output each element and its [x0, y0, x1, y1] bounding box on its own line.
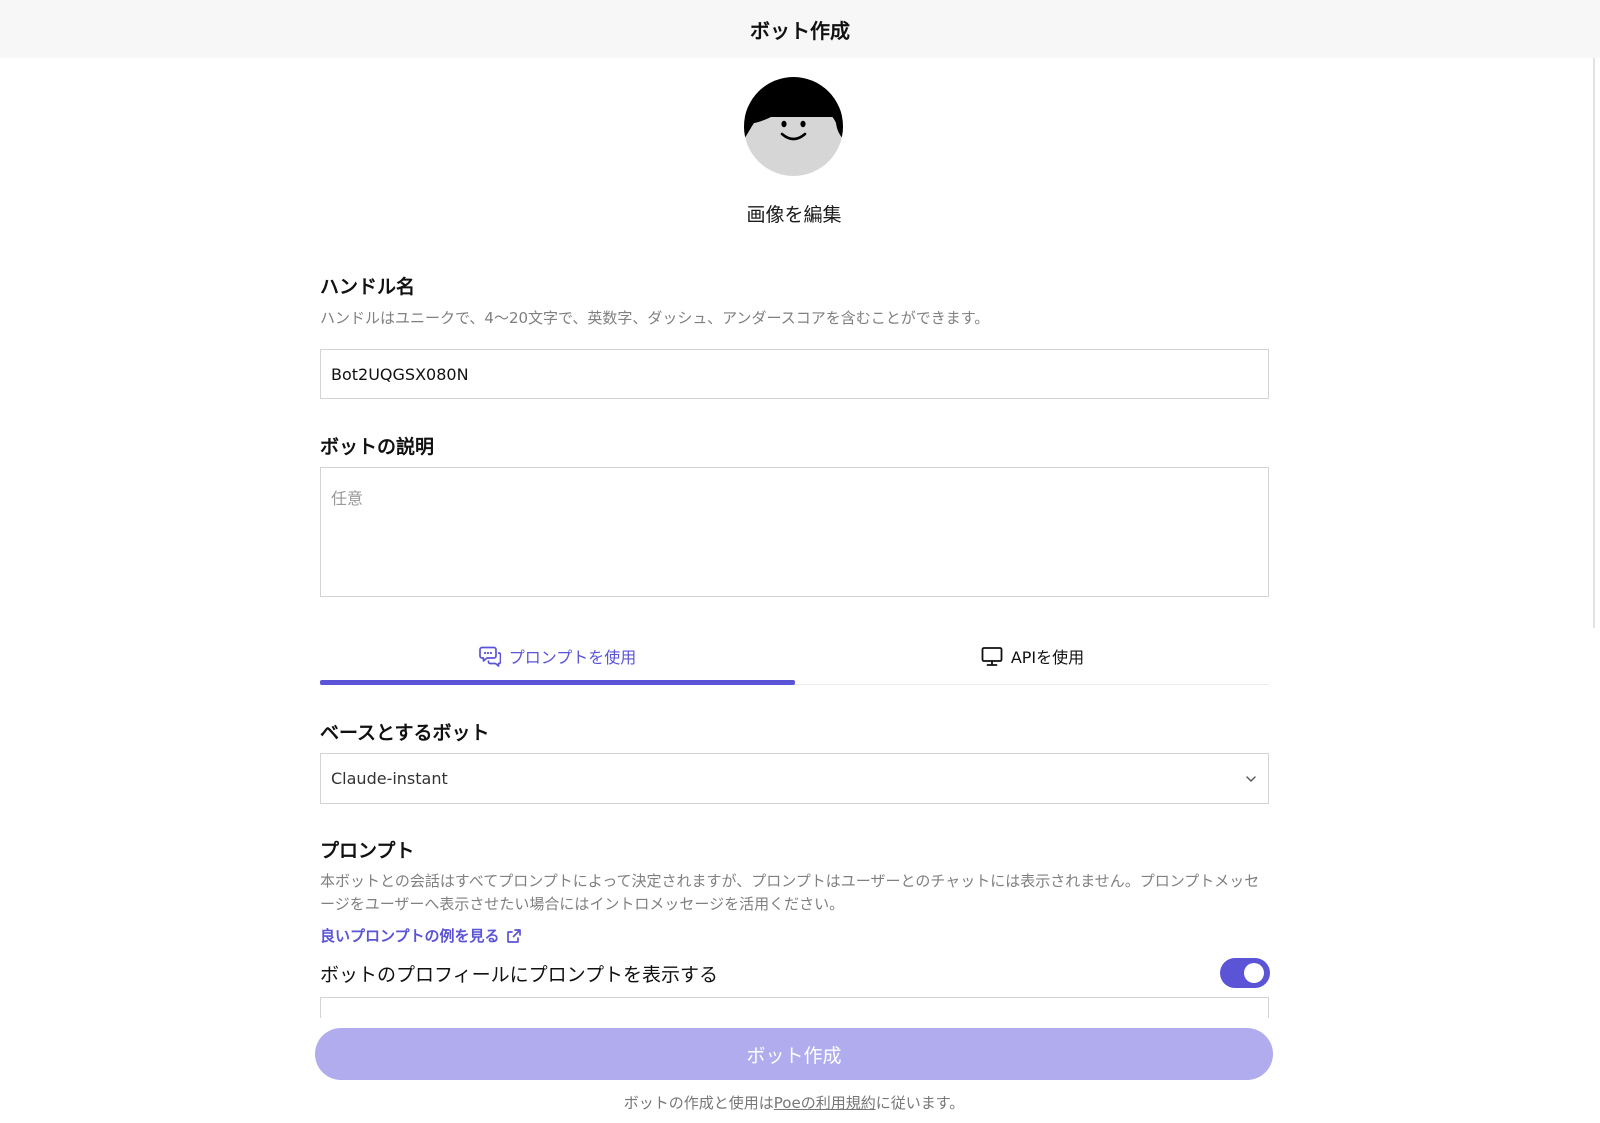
base-bot-selected-value: Claude-instant	[331, 769, 448, 788]
tab-use-prompt-label: プロンプトを使用	[508, 647, 637, 667]
description-placeholder: 任意	[331, 489, 364, 508]
terms-prefix: ボットの作成と使用は	[623, 1094, 774, 1112]
prompt-api-tabs: プロンプトを使用 APIを使用	[320, 628, 1269, 686]
chat-bubble-icon	[478, 646, 501, 667]
tab-use-api-label: APIを使用	[1010, 647, 1085, 667]
toggle-knob	[1244, 963, 1264, 983]
terms-notice: ボットの作成と使用はPoeの利用規約に従います。	[0, 1092, 1588, 1113]
handle-hint: ハンドルはユニークで、4〜20文字で、英数字、ダッシュ、アンダースコアを含むこと…	[320, 309, 990, 327]
external-link-icon	[506, 928, 521, 943]
tab-use-prompt[interactable]: プロンプトを使用	[320, 628, 795, 683]
handle-input[interactable]: Bot2UQGSX080N	[320, 349, 1269, 399]
show-prompt-on-profile-label: ボットのプロフィールにプロンプトを表示する	[320, 964, 719, 986]
bot-form: ハンドル名 ハンドルはユニークで、4〜20文字で、英数字、ダッシュ、アンダースコ…	[320, 0, 1270, 1123]
create-bot-button-label: ボット作成	[746, 1044, 842, 1067]
prompt-hint: 本ボットとの会話はすべてプロンプトによって決定されますが、プロンプトはユーザーと…	[320, 872, 1260, 913]
prompt-label: プロンプト	[320, 840, 415, 862]
base-bot-select[interactable]: Claude-instant	[320, 753, 1269, 804]
prompt-examples-link[interactable]: 良いプロンプトの例を見る	[320, 925, 522, 946]
prompt-textarea[interactable]	[320, 997, 1269, 1019]
prompt-examples-link-label: 良いプロンプトの例を見る	[320, 927, 500, 945]
handle-label: ハンドル名	[320, 276, 416, 298]
active-tab-indicator	[320, 680, 795, 685]
terms-of-service-link[interactable]: Poeの利用規約	[774, 1094, 876, 1112]
monitor-icon	[981, 646, 1003, 666]
description-label: ボットの説明	[320, 436, 435, 458]
terms-suffix: に従います。	[875, 1094, 965, 1112]
show-prompt-on-profile-toggle[interactable]	[1220, 958, 1270, 988]
description-textarea[interactable]: 任意	[320, 467, 1269, 597]
chevron-down-icon	[1246, 776, 1256, 782]
tab-use-api[interactable]: APIを使用	[795, 628, 1270, 683]
create-bot-button[interactable]: ボット作成	[315, 1028, 1273, 1080]
handle-input-value: Bot2UQGSX080N	[331, 364, 469, 384]
scrollbar[interactable]	[1593, 58, 1595, 628]
base-bot-label: ベースとするボット	[320, 722, 490, 744]
